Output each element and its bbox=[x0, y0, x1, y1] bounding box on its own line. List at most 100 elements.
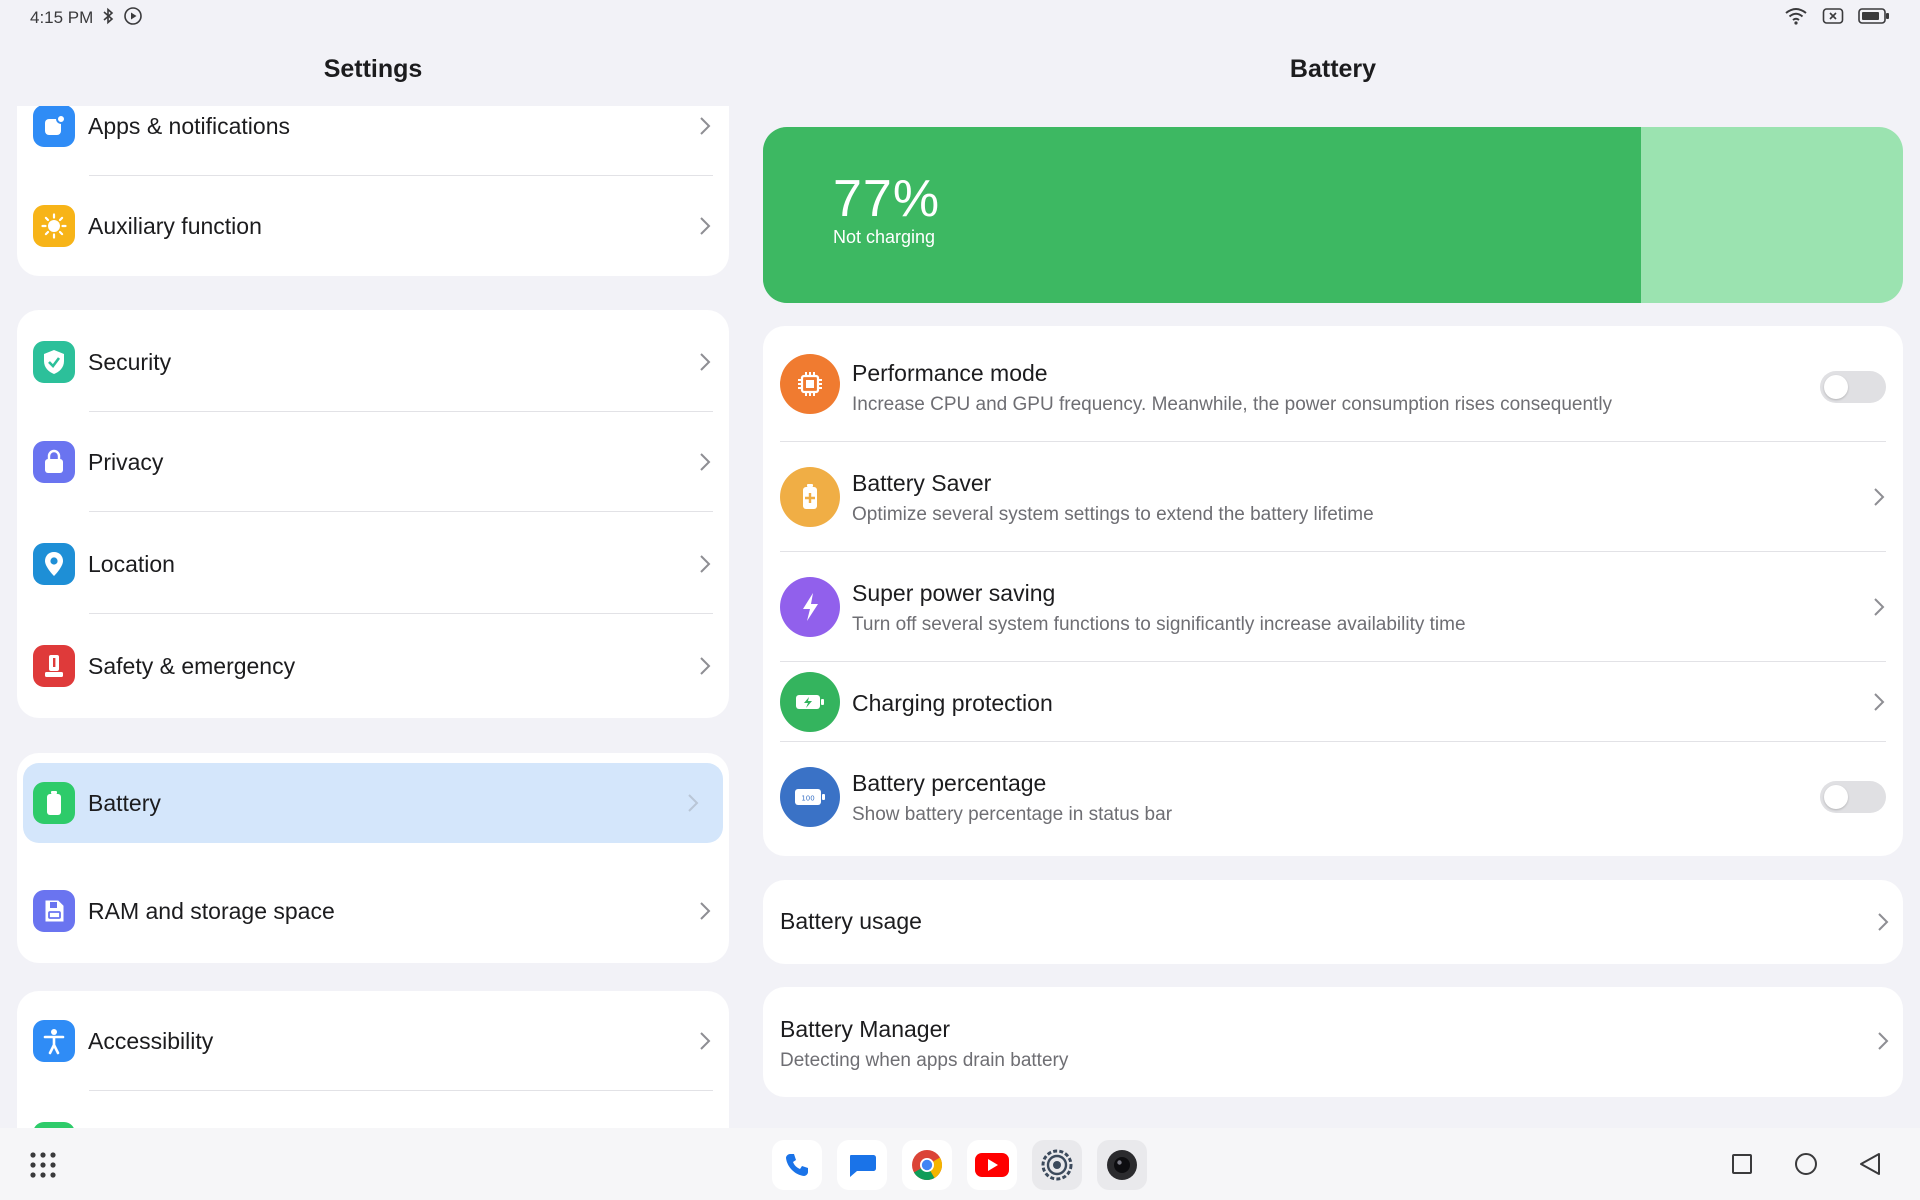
sidebar-item-privacy[interactable]: Privacy bbox=[17, 412, 729, 512]
performance-mode-toggle[interactable] bbox=[1820, 371, 1886, 403]
back-button[interactable] bbox=[1855, 1149, 1885, 1179]
storage-icon bbox=[33, 890, 75, 932]
battery-percent-icon: 100 bbox=[780, 767, 840, 827]
sidebar-item-label: Auxiliary function bbox=[88, 212, 262, 239]
option-title: Battery percentage bbox=[852, 770, 1047, 796]
divider bbox=[89, 1089, 713, 1091]
battery-manager-title: Battery Manager bbox=[780, 1016, 951, 1042]
battery-manager-card[interactable]: Battery Manager Detecting when apps drai… bbox=[763, 987, 1903, 1097]
option-title: Super power saving bbox=[852, 580, 1056, 606]
lock-icon bbox=[33, 441, 75, 483]
settings-app-icon[interactable] bbox=[1032, 1140, 1082, 1190]
play-circle-icon bbox=[123, 6, 143, 31]
option-title: Charging protection bbox=[852, 690, 1053, 716]
sidebar-item-next[interactable] bbox=[17, 1093, 729, 1128]
toggle-knob bbox=[1824, 375, 1848, 399]
divider bbox=[89, 612, 713, 614]
battery-bolt-icon bbox=[780, 672, 840, 732]
lightning-icon bbox=[780, 577, 840, 637]
option-subtitle: Optimize several system settings to exte… bbox=[852, 504, 1374, 525]
battery-usage-title: Battery usage bbox=[780, 908, 922, 934]
navigation-bar bbox=[0, 1128, 1920, 1200]
option-battery-saver[interactable]: Battery Saver Optimize several system se… bbox=[763, 442, 1903, 552]
location-pin-icon bbox=[33, 543, 75, 585]
chevron-right-icon bbox=[1869, 691, 1889, 713]
sun-icon bbox=[33, 205, 75, 247]
settings-group-device: Battery RAM and storage space bbox=[17, 753, 729, 963]
settings-title: Settings bbox=[323, 55, 423, 83]
settings-group-security: Security Privacy Location Safety & emerg… bbox=[17, 310, 729, 718]
option-title: Battery Saver bbox=[852, 470, 992, 496]
battery-icon bbox=[33, 782, 75, 824]
battery-percentage-toggle[interactable] bbox=[1820, 781, 1886, 813]
shield-check-icon bbox=[33, 341, 75, 383]
chevron-right-icon bbox=[683, 793, 703, 813]
home-button[interactable] bbox=[1791, 1149, 1821, 1179]
battery-usage-card[interactable]: Battery usage bbox=[763, 880, 1903, 964]
wifi-icon bbox=[1784, 7, 1808, 30]
sidebar-item-apps-notifications[interactable]: Apps & notifications bbox=[17, 106, 729, 176]
chip-icon bbox=[780, 354, 840, 414]
sidebar-item-label: RAM and storage space bbox=[88, 897, 335, 924]
sidebar-item-security[interactable]: Security bbox=[17, 312, 729, 412]
chevron-right-icon bbox=[695, 216, 715, 236]
youtube-app-icon[interactable] bbox=[967, 1140, 1017, 1190]
chevron-right-icon bbox=[1869, 486, 1889, 508]
option-subtitle: Increase CPU and GPU frequency. Meanwhil… bbox=[852, 394, 1613, 415]
phone-app-icon[interactable] bbox=[772, 1140, 822, 1190]
battery-charging-status: Not charging bbox=[833, 227, 936, 247]
bluetooth-icon bbox=[101, 7, 115, 30]
settings-group-accessibility: Accessibility bbox=[17, 991, 729, 1128]
settings-list[interactable]: Apps & notifications Auxiliary function … bbox=[17, 106, 729, 1128]
battery-plus-icon bbox=[780, 467, 840, 527]
app-drawer-icon[interactable] bbox=[28, 1150, 58, 1180]
option-performance-mode[interactable]: Performance mode Increase CPU and GPU fr… bbox=[763, 326, 1903, 442]
sidebar-item-label: Location bbox=[88, 550, 175, 577]
battery-level-card: 77% Not charging bbox=[763, 127, 1903, 303]
sidebar-item-ram-storage[interactable]: RAM and storage space bbox=[17, 861, 729, 961]
no-sim-icon bbox=[1822, 7, 1844, 30]
sidebar-item-auxiliary-function[interactable]: Auxiliary function bbox=[17, 176, 729, 276]
camera-app-icon[interactable] bbox=[1097, 1140, 1147, 1190]
chevron-right-icon bbox=[695, 901, 715, 921]
divider bbox=[89, 510, 713, 512]
settings-group-general: Apps & notifications Auxiliary function bbox=[17, 106, 729, 276]
sidebar-item-label: Apps & notifications bbox=[88, 112, 291, 139]
option-super-power-saving[interactable]: Super power saving Turn off several syst… bbox=[763, 552, 1903, 662]
chrome-app-icon[interactable] bbox=[902, 1140, 952, 1190]
option-subtitle: Show battery percentage in status bar bbox=[852, 804, 1173, 825]
battery-status-icon bbox=[1858, 7, 1890, 30]
battery-manager-subtitle: Detecting when apps drain battery bbox=[780, 1050, 1069, 1071]
battery-percent: 77% bbox=[833, 170, 941, 228]
sidebar-item-label: Security bbox=[88, 348, 172, 375]
option-battery-percentage[interactable]: 100 Battery percentage Show battery perc… bbox=[763, 742, 1903, 852]
chevron-right-icon bbox=[695, 554, 715, 574]
emergency-icon bbox=[33, 645, 75, 687]
battery-page-title: Battery bbox=[1289, 55, 1377, 83]
sidebar-item-battery[interactable]: Battery bbox=[23, 763, 723, 843]
sidebar-item-accessibility[interactable]: Accessibility bbox=[17, 991, 729, 1091]
recents-button[interactable] bbox=[1727, 1149, 1757, 1179]
apps-icon bbox=[33, 106, 75, 147]
sidebar-item-safety-emergency[interactable]: Safety & emergency bbox=[17, 616, 729, 716]
chevron-right-icon bbox=[1877, 912, 1889, 937]
sidebar-item-label: Battery bbox=[88, 789, 161, 816]
status-time: 4:15 PM bbox=[30, 8, 94, 27]
chevron-right-icon bbox=[695, 116, 715, 136]
option-charging-protection[interactable]: Charging protection bbox=[763, 662, 1903, 742]
accessibility-icon bbox=[33, 1020, 75, 1062]
chevron-right-icon bbox=[695, 452, 715, 472]
sidebar-item-label: Privacy bbox=[88, 448, 164, 475]
chevron-right-icon bbox=[1877, 1031, 1889, 1056]
option-title: Performance mode bbox=[852, 360, 1048, 386]
sidebar-item-location[interactable]: Location bbox=[17, 514, 729, 614]
sidebar-item-label: Safety & emergency bbox=[88, 652, 296, 679]
chevron-right-icon bbox=[695, 352, 715, 372]
toggle-knob bbox=[1824, 785, 1848, 809]
option-subtitle: Turn off several system functions to sig… bbox=[852, 614, 1466, 635]
chevron-right-icon bbox=[695, 1031, 715, 1051]
sidebar-item-label: Accessibility bbox=[88, 1027, 214, 1054]
battery-percent-icon-text: 100 bbox=[801, 795, 814, 803]
battery-options-card: Performance mode Increase CPU and GPU fr… bbox=[763, 326, 1903, 856]
messages-app-icon[interactable] bbox=[837, 1140, 887, 1190]
